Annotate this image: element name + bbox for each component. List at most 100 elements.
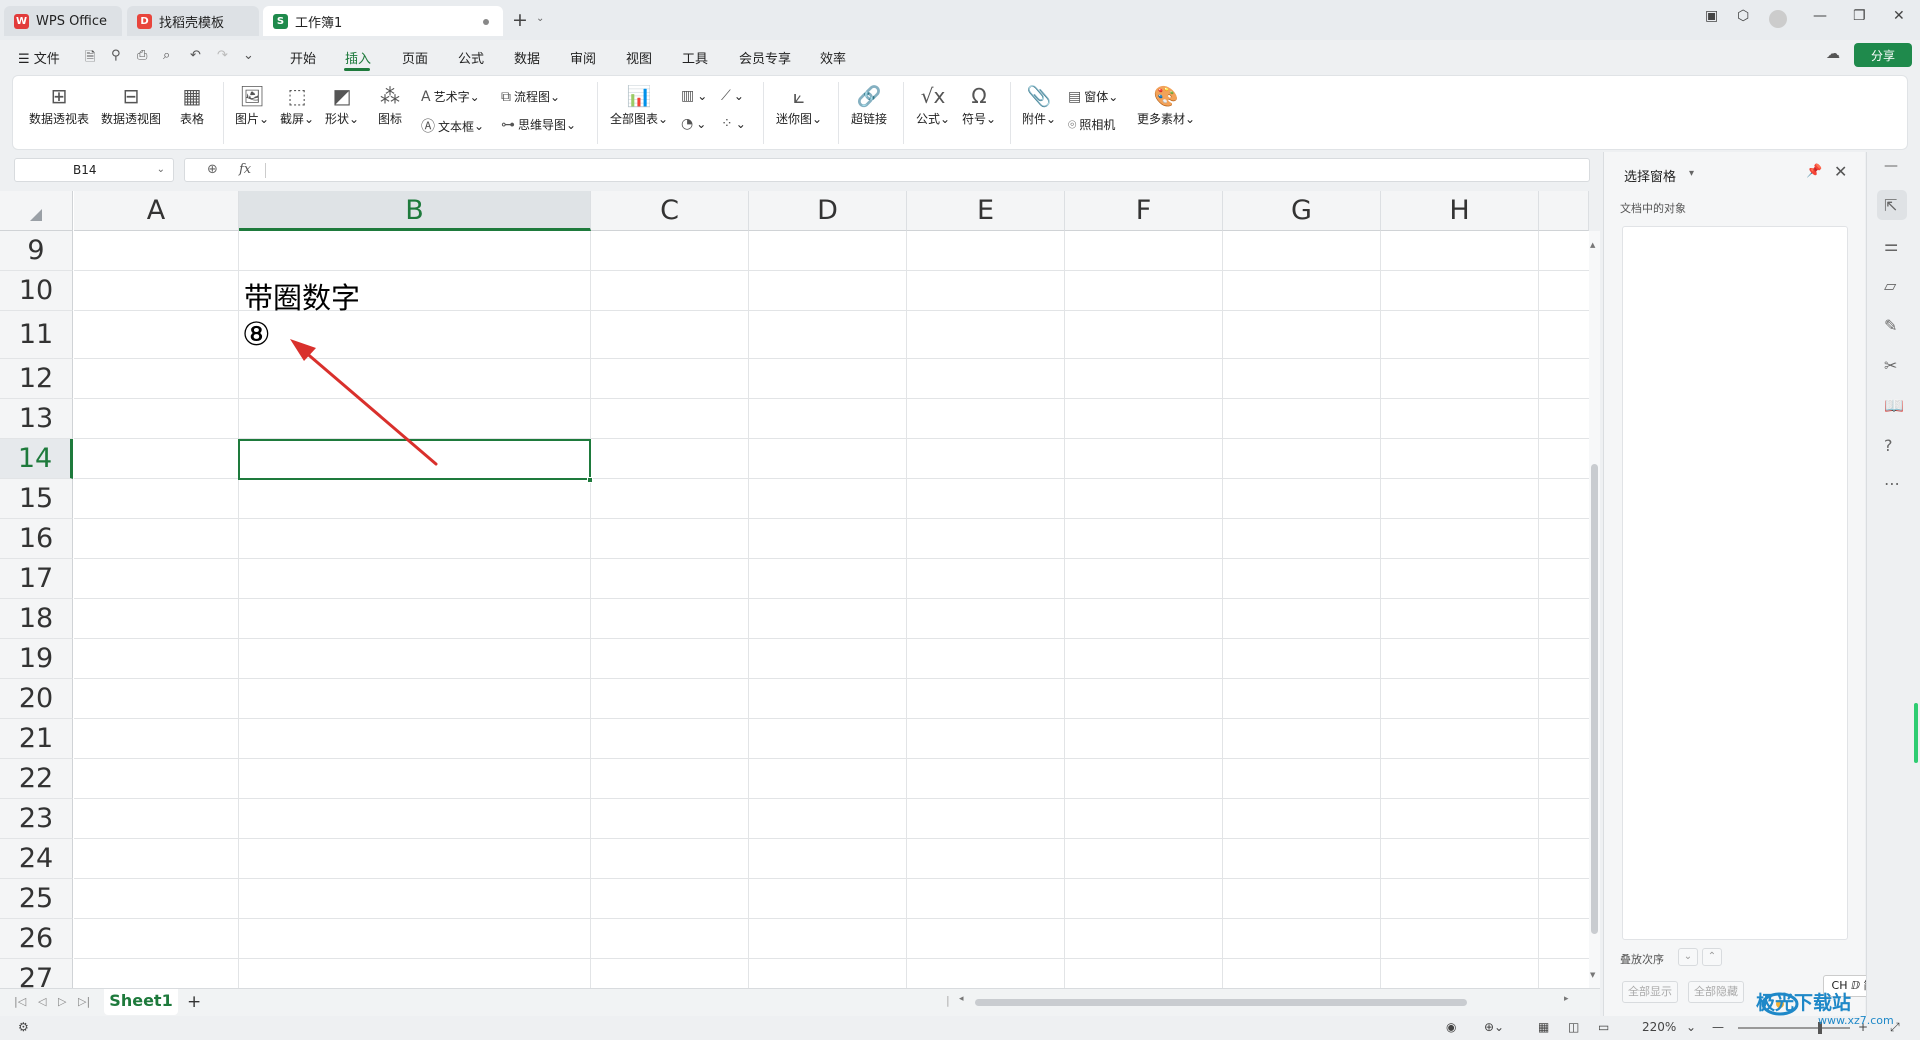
zoom-slider[interactable]	[1738, 1027, 1850, 1029]
column-header-c[interactable]: C	[591, 191, 749, 231]
tools-icon[interactable]: ✂	[1884, 356, 1897, 375]
row-header-22[interactable]: 22	[0, 759, 73, 799]
row-header-19[interactable]: 19	[0, 639, 73, 679]
menu-home[interactable]: 开始	[290, 48, 316, 67]
chevron-down-icon[interactable]: ⌄	[157, 159, 165, 181]
camera-button[interactable]: ⌾ 照相机	[1068, 116, 1115, 133]
tab-wps-office[interactable]: W WPS Office	[4, 6, 122, 36]
symbol-button[interactable]: Ω 符号⌄	[962, 82, 996, 127]
share-button[interactable]: 分享	[1854, 43, 1912, 67]
first-sheet-icon[interactable]: |◁	[14, 995, 26, 1008]
last-sheet-icon[interactable]: ▷|	[78, 995, 90, 1008]
table-button[interactable]: ▦ 表格	[180, 82, 204, 127]
row-header-16[interactable]: 16	[0, 519, 73, 559]
menu-formula[interactable]: 公式	[458, 48, 484, 67]
add-sheet-button[interactable]: +	[187, 992, 201, 1012]
chevron-down-icon[interactable]: ⌄	[536, 13, 544, 24]
sparkline-button[interactable]: ⟀ 迷你图⌄	[776, 82, 822, 127]
page-layout-icon[interactable]: ◫	[1568, 1020, 1579, 1034]
adjust-icon[interactable]: ⚌	[1884, 236, 1898, 255]
close-window-icon[interactable]: ✕	[1893, 8, 1905, 24]
move-up-button[interactable]: ⌃	[1702, 948, 1722, 966]
column-header-f[interactable]: F	[1065, 191, 1223, 231]
fx-icon[interactable]: fx	[239, 162, 251, 177]
next-sheet-icon[interactable]: ▷	[58, 995, 66, 1008]
object-list[interactable]	[1622, 226, 1848, 940]
attachment-button[interactable]: 📎 附件⌄	[1022, 82, 1056, 127]
row-header-25[interactable]: 25	[0, 879, 73, 919]
zoom-out-button[interactable]: —	[1712, 1020, 1724, 1034]
formula-button[interactable]: √x 公式⌄	[916, 82, 950, 127]
pivot-chart-button[interactable]: ⊟ 数据透视图	[101, 82, 161, 127]
column-header-h[interactable]: H	[1381, 191, 1539, 231]
pin-icon[interactable]: 📌	[1806, 164, 1822, 179]
column-header-next[interactable]	[1539, 191, 1589, 231]
textbox-button[interactable]: Ⓐ 文本框 ⌄	[421, 116, 484, 136]
wordart-button[interactable]: A 艺术字 ⌄	[421, 88, 480, 105]
link-icon[interactable]: ⚲	[111, 48, 121, 63]
shape-button[interactable]: ◩ 形状⌄	[325, 82, 359, 127]
row-header-24[interactable]: 24	[0, 839, 73, 879]
save-icon[interactable]: 🗎	[85, 48, 95, 70]
cube-icon[interactable]: ⬡	[1737, 8, 1749, 24]
all-charts-button[interactable]: 📊 全部图表⌄	[610, 82, 668, 127]
vertical-scrollbar[interactable]: ▲ ▼	[1589, 231, 1600, 988]
mindmap-button[interactable]: ⊶ 思维导图 ⌄	[501, 116, 576, 133]
column-header-g[interactable]: G	[1223, 191, 1381, 231]
minimize-icon[interactable]: —	[1813, 8, 1827, 24]
menu-insert[interactable]: 插入	[345, 48, 371, 67]
print-icon[interactable]: ⎙	[137, 48, 147, 63]
column-chart-button[interactable]: ▥ ⌄	[681, 88, 707, 104]
menu-member[interactable]: 会员专享	[739, 48, 791, 67]
macro-icon[interactable]: ⚙	[18, 1020, 29, 1034]
help-icon[interactable]: ?	[1884, 436, 1893, 455]
zoom-level[interactable]: 220%	[1642, 1020, 1676, 1034]
scroll-down-icon[interactable]: ▼	[1590, 971, 1595, 979]
prev-sheet-icon[interactable]: ◁	[38, 995, 46, 1008]
row-header-21[interactable]: 21	[0, 719, 73, 759]
spreadsheet-grid[interactable]: A B C D E F G H 9 10 11 12 13 14 15 16 1…	[0, 191, 1589, 988]
pivot-table-button[interactable]: ⊞ 数据透视表	[29, 82, 89, 127]
scatter-chart-button[interactable]: ⁘ ⌄	[721, 116, 746, 132]
scroll-right-icon[interactable]: ▸	[1564, 994, 1569, 1004]
column-header-d[interactable]: D	[749, 191, 907, 231]
hide-all-button[interactable]: 全部隐藏	[1688, 981, 1744, 1003]
chevron-down-icon[interactable]: ⌄	[1686, 1020, 1696, 1034]
layout-icon[interactable]: ▣	[1705, 8, 1718, 24]
restore-icon[interactable]: ❐	[1853, 8, 1866, 24]
avatar[interactable]	[1769, 10, 1787, 28]
screenshot-button[interactable]: ⬚ 截屏⌄	[280, 82, 314, 127]
collapse-icon[interactable]: —	[1884, 158, 1898, 174]
tab-templates[interactable]: D 找稻壳模板	[127, 6, 259, 36]
row-header-23[interactable]: 23	[0, 799, 73, 839]
row-header-27[interactable]: 27	[0, 959, 73, 988]
comment-icon[interactable]: ▱	[1884, 276, 1896, 295]
hyperlink-button[interactable]: 🔗 超链接	[851, 82, 887, 127]
row-header-18[interactable]: 18	[0, 599, 73, 639]
row-header-26[interactable]: 26	[0, 919, 73, 959]
pane-title[interactable]: 选择窗格	[1624, 166, 1676, 185]
more-icon[interactable]: ⋯	[1884, 474, 1900, 493]
scrollbar-thumb[interactable]	[1591, 464, 1598, 934]
menu-data[interactable]: 数据	[514, 48, 540, 67]
page-break-icon[interactable]: ▭	[1598, 1020, 1609, 1034]
normal-view-icon[interactable]: ▦	[1538, 1020, 1549, 1034]
menu-view[interactable]: 视图	[626, 48, 652, 67]
scroll-up-icon[interactable]: ▲	[1590, 241, 1595, 249]
cursor-icon[interactable]: ⇱	[1884, 196, 1897, 215]
new-tab-button[interactable]: +	[512, 9, 528, 31]
more-quick-access-icon[interactable]: ⌄	[243, 48, 254, 63]
flowchart-button[interactable]: ⧉ 流程图 ⌄	[501, 88, 560, 105]
tab-workbook[interactable]: S 工作簿1	[263, 6, 503, 36]
eye-protection-icon[interactable]: ◉	[1446, 1020, 1456, 1034]
menu-efficiency[interactable]: 效率	[820, 48, 846, 67]
more-assets-button[interactable]: 🎨 更多素材⌄	[1137, 82, 1195, 127]
cloud-icon[interactable]: ☁	[1826, 46, 1840, 62]
line-chart-button[interactable]: ⟋ ⌄	[721, 88, 744, 104]
name-box[interactable]: B14 ⌄	[14, 158, 174, 182]
menu-tools[interactable]: 工具	[682, 48, 708, 67]
column-header-e[interactable]: E	[907, 191, 1065, 231]
row-header-20[interactable]: 20	[0, 679, 73, 719]
sheet-tab-sheet1[interactable]: Sheet1	[104, 989, 178, 1015]
undo-icon[interactable]: ↶	[190, 48, 201, 63]
